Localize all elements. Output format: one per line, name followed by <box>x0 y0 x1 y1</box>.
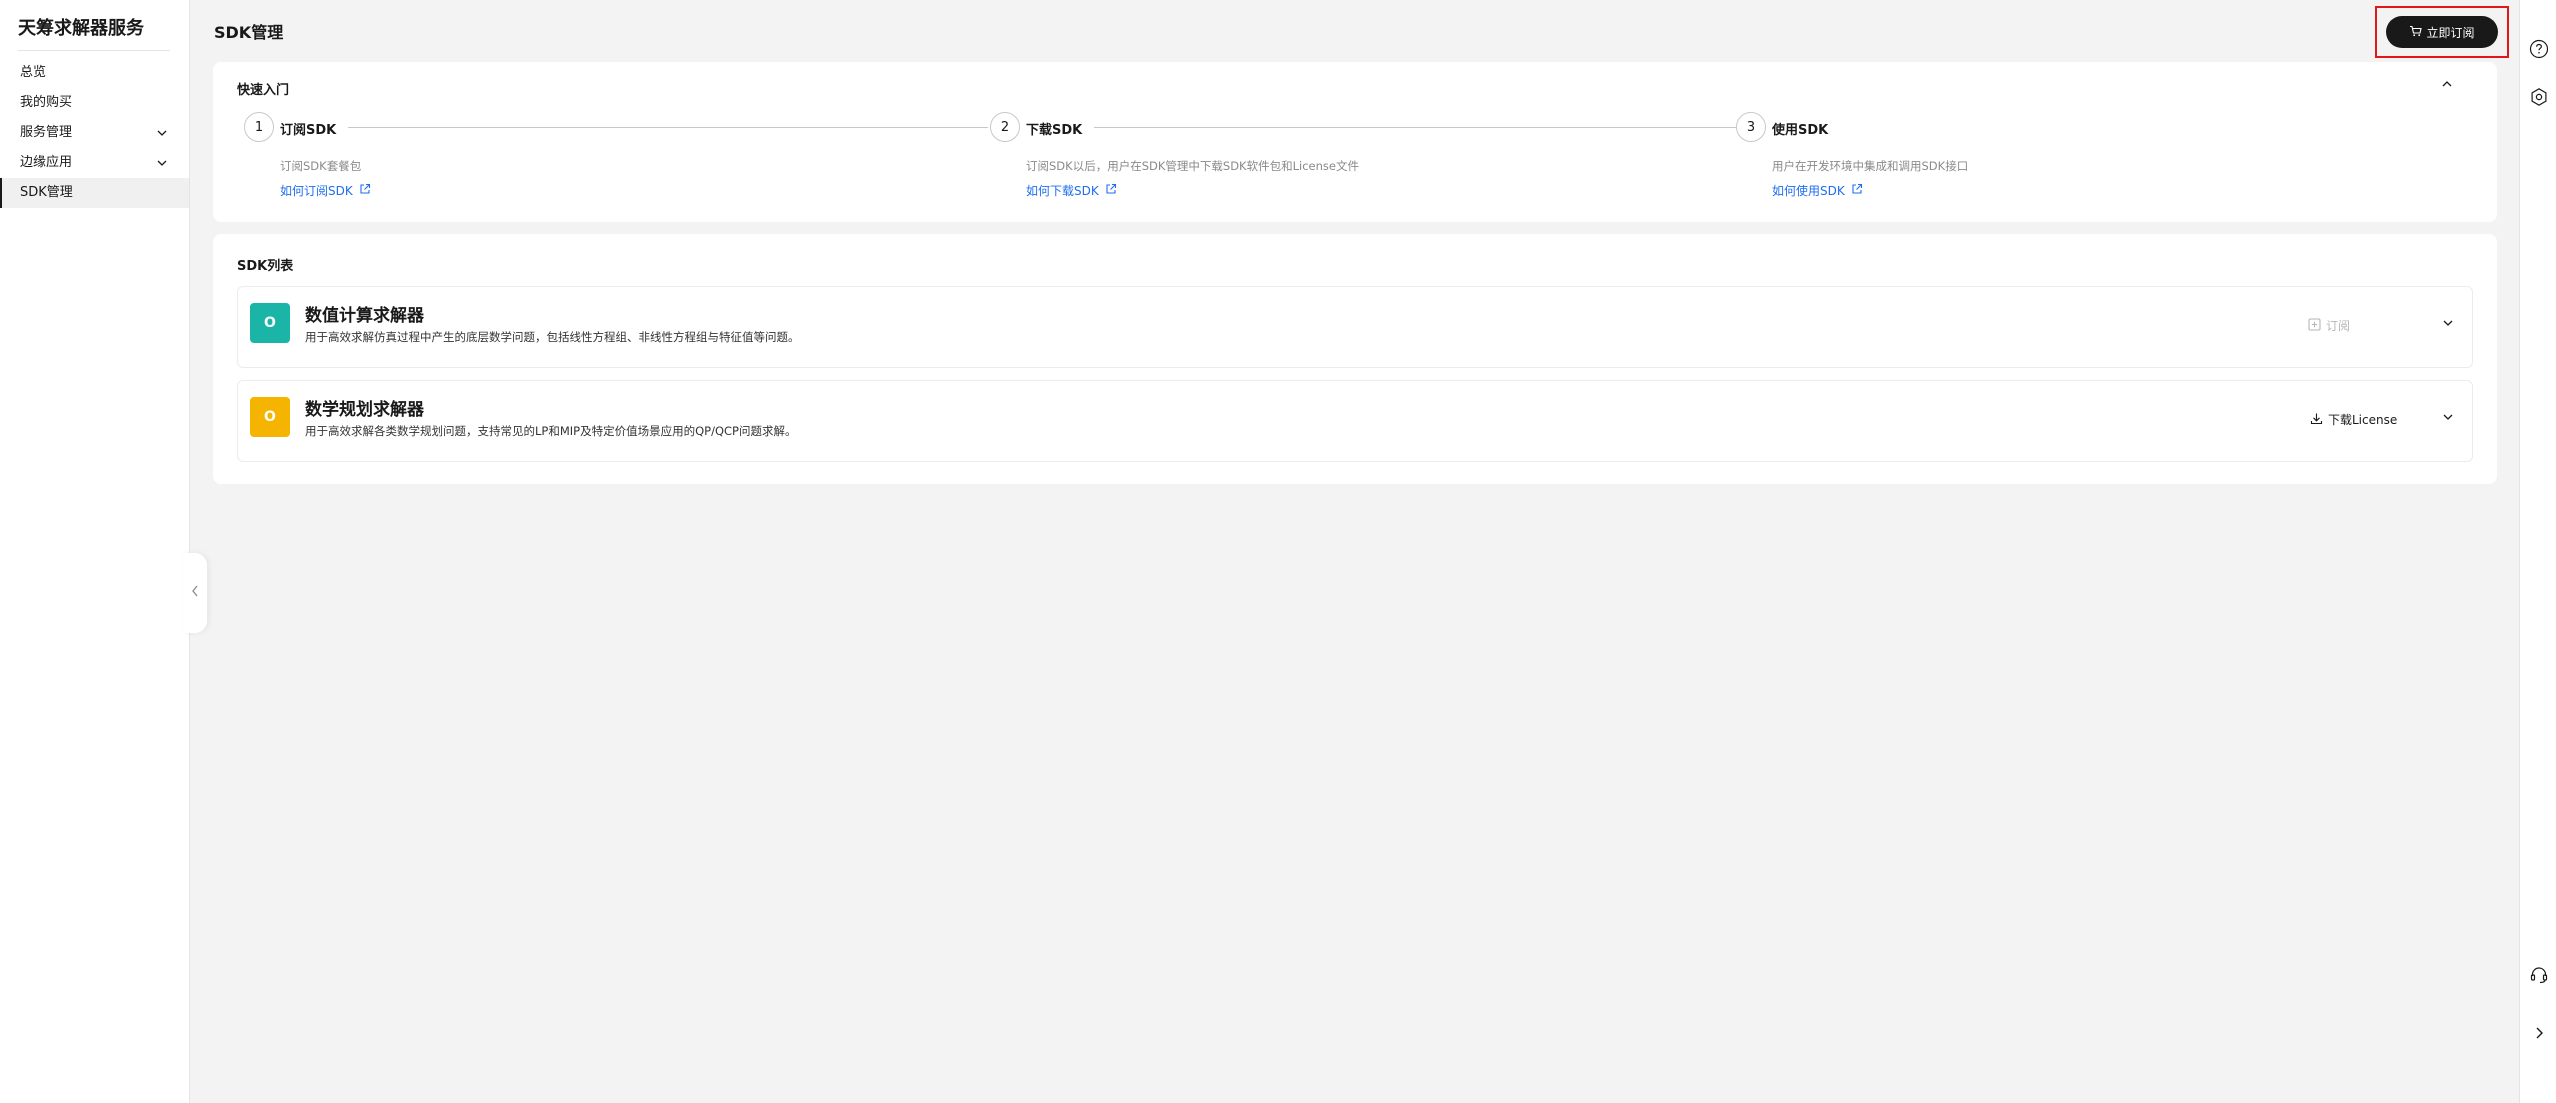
how-to-subscribe-link[interactable]: 如何订阅SDK <box>280 182 371 199</box>
sidebar-item-label: 边缘应用 <box>20 155 73 170</box>
step-description: 订阅SDK以后，用户在SDK管理中下载SDK软件包和License文件 <box>1026 159 1359 173</box>
step-link-label: 如何下载SDK <box>1026 184 1099 198</box>
sidebar-item-sdk-management[interactable]: SDK管理 <box>0 178 189 208</box>
service-title: 天筹求解器服务 <box>18 18 144 39</box>
chevron-up-icon <box>2441 78 2453 94</box>
chevron-left-icon <box>190 584 200 602</box>
quick-start-title: 快速入门 <box>237 83 290 98</box>
expand-sdk-button[interactable] <box>2440 317 2456 333</box>
expand-sdk-button[interactable] <box>2440 411 2456 427</box>
sdk-description: 用于高效求解各类数学规划问题，支持常见的LP和MIP及特定价值场景应用的QP/Q… <box>305 424 797 438</box>
sidebar-divider <box>18 50 170 51</box>
sdk-name: 数值计算求解器 <box>305 306 424 326</box>
help-icon[interactable] <box>2528 38 2550 60</box>
sdk-item-math-programming-solver: O 数学规划求解器 用于高效求解各类数学规划问题，支持常见的LP和MIP及特定价… <box>237 380 2473 462</box>
sidebar-nav: 总览 我的购买 服务管理 边缘应用 SDK管理 <box>0 58 189 208</box>
download-icon <box>2310 412 2323 428</box>
right-tool-rail <box>2519 0 2556 1103</box>
subscribe-plus-icon <box>2308 317 2321 334</box>
sdk-action-label: 下载License <box>2328 413 2398 427</box>
sidebar-collapse-handle[interactable] <box>183 553 207 633</box>
sidebar-item-overview[interactable]: 总览 <box>0 58 189 88</box>
step-title: 下载SDK <box>1026 123 1083 138</box>
external-link-icon <box>1851 183 1863 198</box>
subscribe-highlight: 立即订阅 <box>2375 6 2509 58</box>
external-link-icon <box>359 183 371 198</box>
step-number: 1 <box>244 112 274 142</box>
chevron-down-icon <box>2442 317 2454 333</box>
sidebar-item-my-purchases[interactable]: 我的购买 <box>0 88 189 118</box>
step-title: 使用SDK <box>1772 123 1829 138</box>
sidebar-item-edge-applications[interactable]: 边缘应用 <box>0 148 189 178</box>
how-to-use-link[interactable]: 如何使用SDK <box>1772 182 1863 199</box>
sdk-list-title: SDK列表 <box>237 259 294 274</box>
chevron-down-icon <box>155 148 169 178</box>
sdk-list-card: SDK列表 O 数值计算求解器 用于高效求解仿真过程中产生的底层数学问题，包括线… <box>213 234 2497 484</box>
sdk-name: 数学规划求解器 <box>305 400 424 420</box>
sdk-item-numeric-solver: O 数值计算求解器 用于高效求解仿真过程中产生的底层数学问题，包括线性方程组、非… <box>237 286 2473 368</box>
page-title: SDK管理 <box>214 23 284 42</box>
customer-service-headset-icon[interactable] <box>2528 964 2550 986</box>
sidebar-item-label: SDK管理 <box>20 185 73 200</box>
sidebar-item-label: 我的购买 <box>20 95 73 110</box>
step-connector <box>1094 127 1740 128</box>
download-license-button[interactable]: 下载License <box>2310 411 2397 428</box>
chevron-right-icon[interactable] <box>2528 1022 2550 1044</box>
quick-start-card: 快速入门 1 订阅SDK 订阅SDK套餐包 如何订阅SDK 2 下载SDK 订阅… <box>213 62 2497 222</box>
sdk-description: 用于高效求解仿真过程中产生的底层数学问题，包括线性方程组、非线性方程组与特征值等… <box>305 330 800 344</box>
chevron-down-icon <box>2442 411 2454 427</box>
step-link-label: 如何订阅SDK <box>280 184 353 198</box>
step-number: 2 <box>990 112 1020 142</box>
sidebar-item-service-management[interactable]: 服务管理 <box>0 118 189 148</box>
external-link-icon <box>1105 183 1117 198</box>
cart-icon <box>2409 25 2423 40</box>
sdk-logo: O <box>250 397 290 437</box>
sidebar-item-label: 总览 <box>20 65 47 80</box>
step-connector <box>348 127 988 128</box>
settings-gear-icon[interactable] <box>2528 86 2550 108</box>
sdk-action-label: 订阅 <box>2326 319 2351 333</box>
step-title: 订阅SDK <box>280 123 337 138</box>
subscribe-now-label: 立即订阅 <box>2426 25 2475 40</box>
sdk-logo: O <box>250 303 290 343</box>
chevron-down-icon <box>155 118 169 148</box>
sdk-subscribe-button[interactable]: 订阅 <box>2308 317 2350 334</box>
sidebar: 天筹求解器服务 总览 我的购买 服务管理 边缘应用 SDK管理 <box>0 0 190 1103</box>
sidebar-item-label: 服务管理 <box>20 125 73 140</box>
step-link-label: 如何使用SDK <box>1772 184 1845 198</box>
subscribe-now-button[interactable]: 立即订阅 <box>2386 16 2498 48</box>
collapse-quick-start-button[interactable] <box>2439 78 2455 94</box>
step-number: 3 <box>1736 112 1766 142</box>
step-description: 订阅SDK套餐包 <box>280 159 362 173</box>
step-description: 用户在开发环境中集成和调用SDK接口 <box>1772 159 1969 173</box>
how-to-download-link[interactable]: 如何下载SDK <box>1026 182 1117 199</box>
